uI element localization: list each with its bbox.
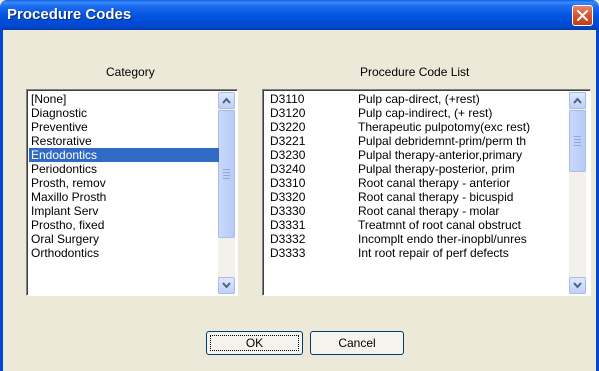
procedure-description: Therapeutic pulpotomy(exc rest) [358, 120, 531, 134]
procedure-description: Pulpal therapy-posterior, prim [358, 162, 515, 176]
category-item[interactable]: [None] [29, 92, 219, 106]
procedure-code: D3320 [270, 190, 306, 204]
procedure-code: D3230 [270, 148, 306, 162]
arrow-down-icon [573, 282, 582, 289]
close-button[interactable] [572, 5, 593, 26]
arrow-down-icon [222, 282, 231, 289]
cancel-button[interactable]: Cancel [310, 331, 404, 355]
procedure-description: Root canal therapy - anterior [358, 176, 511, 190]
procedure-codes-dialog: Procedure Codes Category [None] Diagnosti… [0, 0, 599, 371]
window-title: Procedure Codes [7, 6, 132, 23]
category-item[interactable]: Oral Surgery [29, 232, 219, 246]
procedure-code: D3310 [270, 176, 306, 190]
procedure-item[interactable]: D3333 Int root repair of perf defects [265, 246, 565, 260]
procedure-item[interactable]: D3331 Treatmnt of root canal obstruct [265, 218, 565, 232]
category-scroll-thumb[interactable] [218, 110, 235, 238]
category-item[interactable]: Implant Serv [29, 204, 219, 218]
ok-button[interactable]: OK [206, 331, 303, 355]
category-item[interactable]: Endodontics [29, 148, 219, 162]
close-icon [577, 10, 588, 21]
category-item[interactable]: Periodontics [29, 162, 219, 176]
procedure-code: D3333 [270, 246, 306, 260]
category-listbox[interactable]: [None] Diagnostic Preventive Restorative End… [26, 89, 238, 296]
category-item[interactable]: Maxillo Prosth [29, 190, 219, 204]
category-item[interactable]: Prosth, remov [29, 176, 219, 190]
title-bar[interactable]: Procedure Codes [0, 0, 599, 30]
procedure-item[interactable]: D3310 Root canal therapy - anterior [265, 176, 565, 190]
category-scroll-up-button[interactable] [218, 92, 235, 109]
procedure-description: Pulpal therapy-anterior,primary [358, 148, 523, 162]
procedure-code: D3220 [270, 120, 306, 134]
arrow-up-icon [573, 97, 582, 104]
procedure-item[interactable]: D3320 Root canal therapy - bicuspid [265, 190, 565, 204]
category-item[interactable]: Restorative [29, 134, 219, 148]
procedure-item[interactable]: D3120 Pulp cap-indirect, (+ rest) [265, 106, 565, 120]
procedure-description: Treatmnt of root canal obstruct [358, 218, 521, 232]
procedure-scroll-up-button[interactable] [569, 92, 586, 109]
procedure-scroll-thumb[interactable] [569, 110, 586, 172]
procedure-description: Pulpal debridemnt-prim/perm th [358, 134, 527, 148]
category-heading: Category [106, 65, 155, 79]
procedure-description: Root canal therapy - molar [358, 204, 500, 218]
procedure-code: D3240 [270, 162, 306, 176]
procedure-code: D3330 [270, 204, 306, 218]
focus-rectangle [210, 335, 299, 351]
procedure-description: Incomplt endo ther-inopbl/unres [358, 232, 527, 246]
procedure-item[interactable]: D3332 Incomplt endo ther-inopbl/unres [265, 232, 565, 246]
procedure-code: D3332 [270, 232, 306, 246]
procedure-item[interactable]: D3110 Pulp cap-direct, (+rest) [265, 92, 565, 106]
procedure-description: Pulp cap-direct, (+rest) [358, 92, 480, 106]
category-item[interactable]: Prostho, fixed [29, 218, 219, 232]
procedure-item[interactable]: D3221 Pulpal debridemnt-prim/perm th [265, 134, 565, 148]
procedure-item[interactable]: D3330 Root canal therapy - molar [265, 204, 565, 218]
procedure-code-listbox[interactable]: D3110 Pulp cap-direct, (+rest) D3120 Pulp c… [262, 89, 591, 296]
window-frame-left [0, 30, 3, 371]
procedure-code: D3221 [270, 134, 306, 148]
procedure-scroll-down-button[interactable] [569, 277, 586, 294]
procedure-description: Int root repair of perf defects [358, 246, 509, 260]
procedure-scrollbar[interactable] [569, 92, 586, 294]
procedure-item[interactable]: D3230 Pulpal therapy-anterior,primary [265, 148, 565, 162]
procedure-code: D3110 [270, 92, 305, 106]
procedure-item[interactable]: D3220 Therapeutic pulpotomy(exc rest) [265, 120, 565, 134]
category-item[interactable]: Orthodontics [29, 246, 219, 260]
category-item[interactable]: Preventive [29, 120, 219, 134]
procedure-description: Root canal therapy - bicuspid [358, 190, 514, 204]
category-scroll-down-button[interactable] [218, 277, 235, 294]
cancel-button-label: Cancel [338, 336, 376, 350]
arrow-up-icon [222, 97, 231, 104]
procedure-code: D3331 [270, 218, 306, 232]
procedure-description: Pulp cap-indirect, (+ rest) [358, 106, 493, 120]
category-scrollbar[interactable] [218, 92, 235, 294]
procedure-code: D3120 [270, 106, 306, 120]
procedure-heading: Procedure Code List [360, 65, 470, 79]
category-item[interactable]: Diagnostic [29, 106, 219, 120]
procedure-item[interactable]: D3240 Pulpal therapy-posterior, prim [265, 162, 565, 176]
